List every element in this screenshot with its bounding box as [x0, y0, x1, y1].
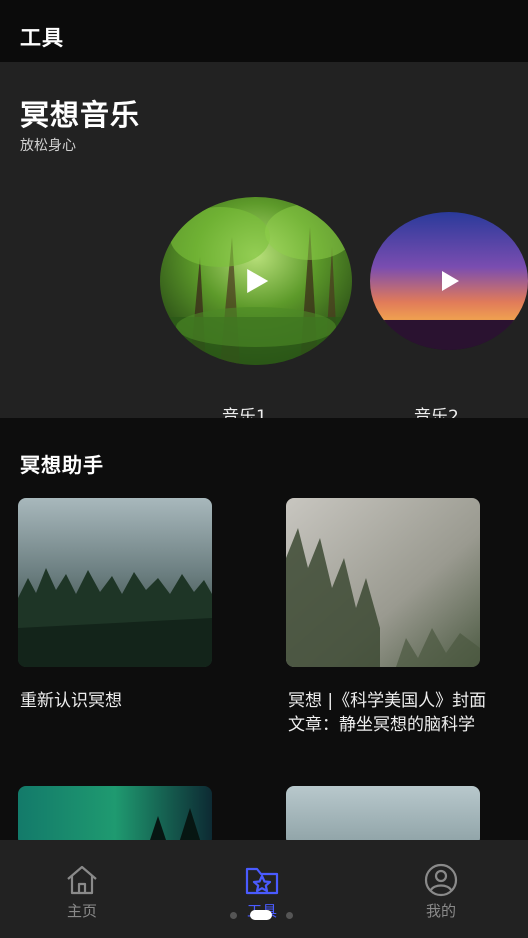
article-card-image-4[interactable] — [286, 786, 480, 846]
nav-item-profile[interactable]: 我的 — [381, 840, 501, 938]
article-card-title-2[interactable]: 冥想 |《科学美国人》封面文章：静坐冥想的脑科学 — [288, 689, 488, 737]
music-section-title: 冥想音乐 — [20, 98, 141, 132]
meditation-assistant-title: 冥想助手 — [20, 453, 104, 477]
meditation-music-section: 冥想音乐 放松身心 音乐1 音乐2 — [0, 62, 528, 418]
page-title: 工具 — [20, 26, 64, 50]
play-icon[interactable] — [440, 270, 460, 292]
home-icon — [64, 862, 100, 898]
page-indicator — [230, 910, 294, 920]
page-dot-active — [250, 910, 272, 920]
top-bar: 工具 — [0, 0, 528, 62]
article-card-image-3[interactable] — [18, 786, 212, 846]
nav-label-profile: 我的 — [425, 902, 456, 920]
music-disc-1[interactable] — [160, 197, 352, 365]
nav-item-home[interactable]: 主页 — [22, 840, 142, 938]
music-section-subtitle: 放松身心 — [20, 138, 76, 154]
article-card-image-2[interactable] — [286, 498, 480, 667]
article-card-image-1[interactable] — [18, 498, 212, 667]
bottom-navigation: 主页 工具 我的 — [0, 840, 528, 938]
nav-label-home: 主页 — [66, 902, 97, 920]
music-label-2: 音乐2 — [414, 407, 459, 418]
page-dot — [230, 912, 237, 919]
tools-page: 工具 冥想音乐 放松身心 音乐1 音乐2 冥想助手 重新认识冥想 冥想 |《科学… — [0, 0, 528, 938]
page-dot — [286, 912, 293, 919]
music-disc-2[interactable] — [370, 212, 528, 350]
play-icon[interactable] — [245, 268, 269, 294]
profile-icon — [423, 862, 459, 898]
article-card-title-1[interactable]: 重新认识冥想 — [20, 689, 210, 713]
tools-icon — [244, 862, 280, 898]
nav-item-tools[interactable]: 工具 — [202, 840, 322, 938]
music-label-1: 音乐1 — [222, 407, 267, 418]
